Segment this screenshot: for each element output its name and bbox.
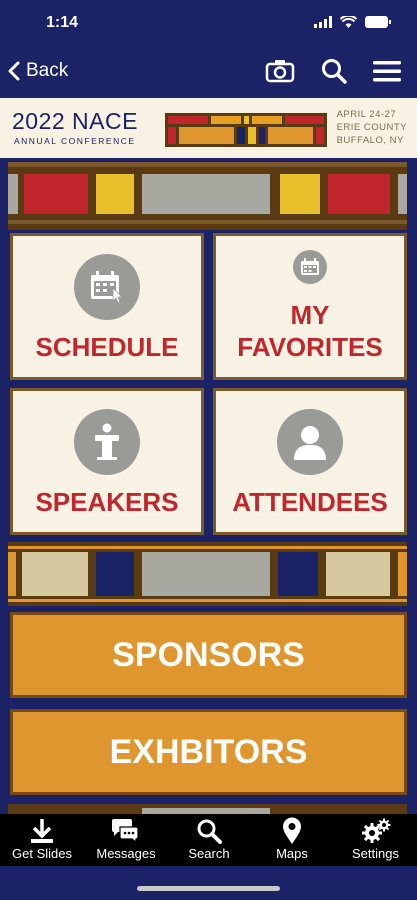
camera-icon[interactable] — [265, 59, 295, 83]
calendar-icon — [293, 250, 327, 284]
exhibitors-button[interactable]: EXHBITORS — [10, 709, 407, 795]
download-icon — [31, 819, 53, 843]
tab-messages[interactable]: Messages — [84, 814, 168, 866]
gears-icon — [361, 818, 390, 843]
top-glass-strip — [8, 162, 407, 230]
schedule-label: SCHEDULE — [35, 332, 179, 362]
tab-search[interactable]: Search — [168, 814, 250, 866]
nav-bar: Back — [0, 46, 417, 98]
tab-maps[interactable]: Maps — [250, 814, 334, 866]
chevron-left-icon — [8, 61, 20, 81]
menu-icon[interactable] — [373, 60, 401, 82]
tab-settings-label: Settings — [352, 846, 399, 861]
map-pin-icon — [283, 817, 301, 844]
attendees-label: ATTENDEES — [232, 487, 388, 517]
favorites-label-line1: MY — [290, 300, 330, 330]
speakers-tile[interactable]: SPEAKERS — [10, 388, 204, 535]
favorites-label-line2: FAVORITES — [237, 332, 383, 362]
banner-location-1: ERIE COUNTY — [336, 122, 407, 133]
battery-icon — [365, 16, 391, 28]
home-indicator[interactable] — [137, 886, 280, 891]
person-icon — [277, 409, 343, 475]
tab-messages-label: Messages — [96, 846, 156, 861]
speakers-label: SPEAKERS — [35, 487, 179, 517]
favorites-tile[interactable]: MY FAVORITES — [213, 233, 407, 380]
tab-maps-label: Maps — [276, 846, 308, 861]
main-content: SCHEDULE MY FAVORITES SPEAKERS ATTENDEES… — [0, 158, 417, 814]
tab-search-label: Search — [188, 846, 230, 861]
status-bar: 1:14 — [0, 0, 417, 46]
bottom-glass-strip — [8, 804, 407, 814]
banner-location-2: BUFFALO, NY — [336, 135, 404, 146]
search-icon — [197, 819, 222, 844]
signal-icon — [314, 16, 332, 28]
banner-dates: APRIL 24-27 ERIE COUNTY BUFFALO, NY — [337, 108, 407, 147]
tab-settings[interactable]: Settings — [334, 814, 417, 866]
back-label: Back — [26, 60, 69, 81]
wifi-icon — [340, 16, 357, 28]
banner-title: 2022 NACE — [12, 108, 138, 134]
banner-date: APRIL 24-27 — [336, 109, 397, 120]
banner-glass-pattern — [165, 113, 327, 147]
status-time: 1:14 — [46, 14, 79, 31]
middle-glass-strip — [8, 542, 407, 606]
schedule-tile[interactable]: SCHEDULE — [10, 233, 204, 380]
back-button[interactable]: Back — [8, 60, 68, 82]
chat-icon — [112, 819, 139, 844]
attendees-tile[interactable]: ATTENDEES — [213, 388, 407, 535]
sponsors-button[interactable]: SPONSORS — [10, 612, 407, 698]
tab-get-slides-label: Get Slides — [12, 846, 72, 861]
home-indicator-area — [0, 866, 417, 900]
tab-get-slides[interactable]: Get Slides — [0, 814, 84, 866]
podium-icon — [74, 409, 140, 475]
tab-bar: Get Slides Messages Search Maps Settings — [0, 814, 417, 866]
calendar-cursor-icon — [74, 254, 140, 320]
banner-subtitle: ANNUAL CONFERENCE — [14, 136, 136, 146]
search-icon[interactable] — [321, 58, 347, 84]
status-icons — [314, 16, 391, 28]
